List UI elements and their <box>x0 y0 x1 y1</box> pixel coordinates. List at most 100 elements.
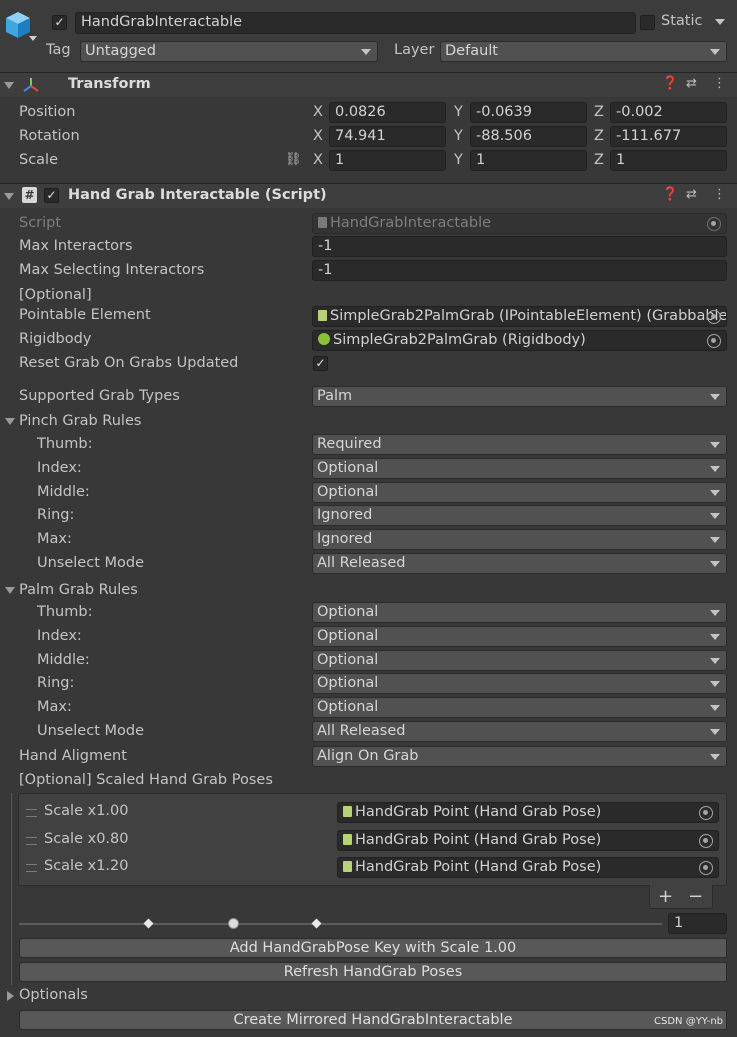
link-icon[interactable]: ⛓ <box>285 152 302 167</box>
pinch-rule-dropdown[interactable]: All Released <box>312 553 727 574</box>
supported-grab-types-dropdown[interactable]: Palm <box>312 386 727 407</box>
transform-title: Transform <box>68 76 151 92</box>
scale-y-field[interactable]: 1 <box>470 150 587 171</box>
slider-key-marker[interactable] <box>143 918 154 929</box>
reset-grab-label: Reset Grab On Grabs Updated <box>19 355 239 371</box>
scale-y-value: 1 <box>476 152 486 168</box>
static-dropdown-arrow-icon[interactable] <box>715 19 725 25</box>
position-z-field[interactable]: -0.002 <box>610 102 727 123</box>
chevron-down-icon <box>710 754 720 760</box>
component-enabled-checkbox[interactable]: ✓ <box>44 188 59 203</box>
pose-field[interactable]: HandGrab Point (Hand Grab Pose) <box>337 829 719 851</box>
position-z-value: -0.002 <box>616 104 663 120</box>
object-picker-icon[interactable] <box>699 806 713 820</box>
foldout-arrow-icon[interactable] <box>4 82 14 89</box>
watermark: CSDN @YY-nb <box>654 1016 724 1027</box>
pose-field[interactable]: HandGrab Point (Hand Grab Pose) <box>337 802 719 823</box>
axis-x-label: X <box>313 104 323 120</box>
more-icon[interactable]: ⋮ <box>713 76 726 91</box>
axis-z-label: Z <box>594 128 604 144</box>
static-label: Static <box>661 13 703 29</box>
pinch-rule-dropdown[interactable]: Ignored <box>312 529 727 551</box>
layer-dropdown[interactable]: Default <box>440 41 727 62</box>
palm-rule-dropdown[interactable]: Optional <box>312 602 727 623</box>
help-icon[interactable]: ❓ <box>662 187 678 202</box>
more-icon[interactable]: ⋮ <box>713 187 726 202</box>
slider-value-field[interactable]: 1 <box>668 913 727 934</box>
palm-foldout-arrow-icon[interactable] <box>5 587 15 594</box>
reset-grab-checkbox[interactable]: ✓ <box>313 356 328 371</box>
max-interactors-field[interactable]: -1 <box>312 236 727 257</box>
drag-handle-icon[interactable] <box>26 809 37 817</box>
scale-slider-track[interactable] <box>19 923 662 925</box>
pinch-rule-dropdown[interactable]: Optional <box>312 481 727 503</box>
script-component-header[interactable]: # ✓ Hand Grab Interactable (Script) ❓ ⇄ … <box>0 183 737 208</box>
object-picker-icon[interactable] <box>707 334 721 348</box>
drag-handle-icon[interactable] <box>26 836 37 845</box>
object-picker-icon[interactable] <box>699 861 713 875</box>
pointable-element-field[interactable]: SimpleGrab2PalmGrab (IPointableElement) … <box>312 306 727 327</box>
pinch-rule-dropdown[interactable]: Optional <box>312 457 727 479</box>
palm-rule-dropdown[interactable]: All Released <box>312 721 727 742</box>
rigidbody-field[interactable]: SimpleGrab2PalmGrab (Rigidbody) <box>312 330 727 351</box>
optionals-label[interactable]: Optionals <box>19 987 88 1003</box>
position-label: Position <box>19 104 76 120</box>
supported-grab-types-label: Supported Grab Types <box>19 388 180 404</box>
max-selecting-label: Max Selecting Interactors <box>19 262 205 278</box>
script-component-title: Hand Grab Interactable (Script) <box>68 187 327 203</box>
pinch-grab-rules-label[interactable]: Pinch Grab Rules <box>19 413 141 429</box>
rotation-x-field[interactable]: 74.941 <box>329 126 446 147</box>
scale-z-field[interactable]: 1 <box>610 150 727 171</box>
create-mirrored-button[interactable]: Create Mirrored HandGrabInteractable <box>19 1010 727 1030</box>
settings-icon[interactable]: ⇄ <box>686 76 697 91</box>
refresh-poses-button[interactable]: Refresh HandGrab Poses <box>19 962 727 982</box>
pinch-rule-value: Ignored <box>317 507 373 524</box>
remove-pose-button[interactable]: − <box>688 886 703 907</box>
position-y-field[interactable]: -0.0639 <box>470 102 587 123</box>
foldout-arrow-icon[interactable] <box>4 193 14 200</box>
palm-rule-dropdown[interactable]: Optional <box>312 697 727 719</box>
palm-rule-dropdown[interactable]: Optional <box>312 649 727 671</box>
palm-rule-label: Thumb: <box>37 604 93 620</box>
hand-alignment-value: Align On Grab <box>317 748 419 764</box>
rotation-z-field[interactable]: -111.677 <box>610 126 727 147</box>
palm-rule-dropdown[interactable]: Optional <box>312 625 727 647</box>
tag-dropdown[interactable]: Untagged <box>80 41 378 62</box>
pose-field[interactable]: HandGrab Point (Hand Grab Pose) <box>337 857 719 878</box>
axis-x-label: X <box>313 128 323 144</box>
palm-rule-dropdown[interactable]: Optional <box>312 673 727 695</box>
script-file-icon <box>343 806 352 817</box>
settings-icon[interactable]: ⇄ <box>686 187 697 202</box>
transform-axes-icon <box>22 77 40 97</box>
pinch-rule-dropdown[interactable]: Ignored <box>312 505 727 527</box>
hand-alignment-dropdown[interactable]: Align On Grab <box>312 746 727 767</box>
palm-rule-label: Index: <box>37 627 82 644</box>
cube-dropdown-arrow-icon[interactable] <box>29 36 37 41</box>
pinch-rule-label: Index: <box>37 459 82 476</box>
scale-x-field[interactable]: 1 <box>329 150 446 171</box>
slider-value: 1 <box>674 915 684 931</box>
add-pose-key-button[interactable]: Add HandGrabPose Key with Scale 1.00 <box>19 938 727 958</box>
pinch-rule-value: Ignored <box>317 531 373 548</box>
optionals-foldout-arrow-icon[interactable] <box>7 991 14 1001</box>
slider-key-marker[interactable] <box>311 918 322 929</box>
add-pose-button[interactable]: + <box>658 886 673 907</box>
object-name-field[interactable]: HandGrabInteractable <box>75 12 636 34</box>
max-selecting-field[interactable]: -1 <box>312 260 727 281</box>
active-checkbox[interactable]: ✓ <box>52 15 67 30</box>
object-picker-icon[interactable] <box>707 310 721 324</box>
position-x-field[interactable]: 0.0826 <box>329 102 446 123</box>
palm-grab-rules-label[interactable]: Palm Grab Rules <box>19 582 138 598</box>
max-interactors-value: -1 <box>318 238 333 254</box>
pinch-rule-label: Thumb: <box>37 436 93 452</box>
object-picker-icon[interactable] <box>699 833 713 848</box>
pinch-rule-dropdown[interactable]: Required <box>312 434 727 455</box>
static-checkbox[interactable] <box>640 15 655 30</box>
axis-z-label: Z <box>594 152 604 168</box>
slider-thumb[interactable] <box>228 918 239 929</box>
pinch-foldout-arrow-icon[interactable] <box>5 418 15 425</box>
drag-handle-icon[interactable] <box>26 864 37 872</box>
rotation-y-field[interactable]: -88.506 <box>470 126 587 147</box>
help-icon[interactable]: ❓ <box>662 76 678 91</box>
transform-header[interactable]: Transform ❓ ⇄ ⋮ <box>0 72 737 97</box>
